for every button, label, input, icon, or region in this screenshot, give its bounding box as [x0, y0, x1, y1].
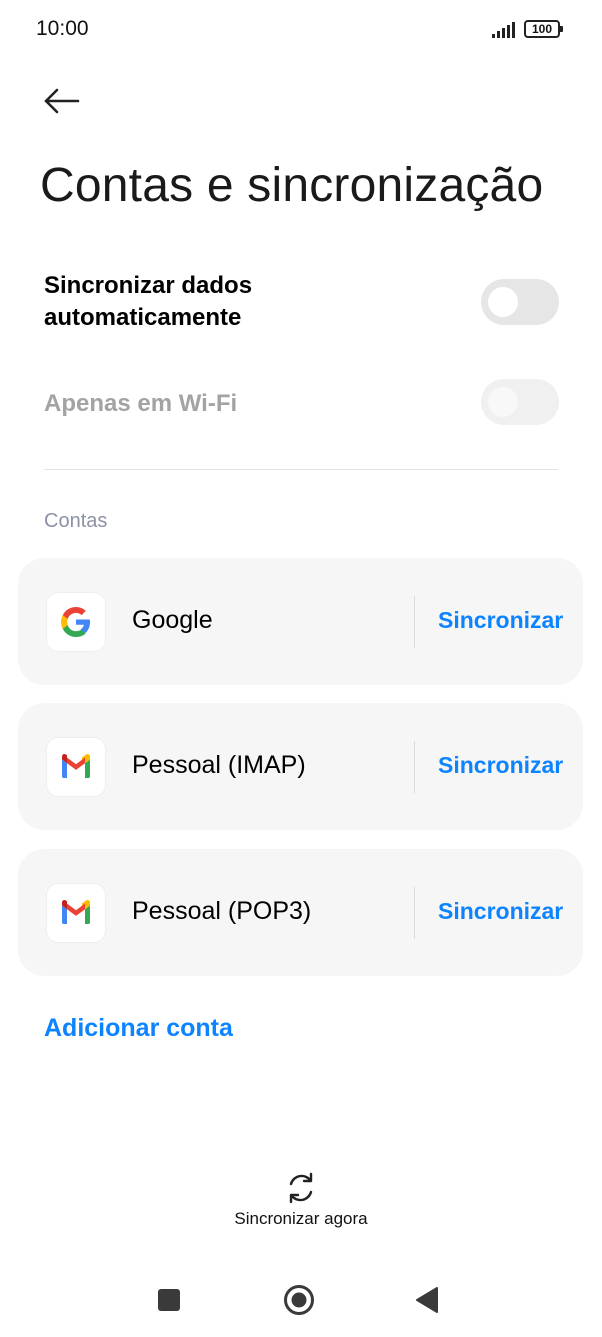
home-circle-icon	[284, 1285, 314, 1315]
card-divider	[414, 596, 415, 648]
accounts-section-header: Contas	[44, 510, 108, 532]
gmail-icon	[46, 883, 106, 943]
recents-button[interactable]	[158, 1289, 180, 1316]
auto-sync-toggle[interactable]	[481, 279, 559, 325]
section-divider	[44, 469, 558, 470]
account-card-pop3[interactable]: Pessoal (POP3) Sincronizar	[18, 849, 583, 976]
account-card-imap[interactable]: Pessoal (IMAP) Sincronizar	[18, 703, 583, 830]
google-icon	[46, 592, 106, 652]
account-card-google[interactable]: Google Sincronizar	[18, 558, 583, 685]
sync-button-imap[interactable]: Sincronizar	[438, 752, 563, 779]
account-name: Pessoal (POP3)	[132, 897, 312, 925]
sync-button-pop3[interactable]: Sincronizar	[438, 898, 563, 925]
nav-back-button[interactable]	[415, 1286, 439, 1319]
home-button[interactable]	[283, 1284, 315, 1321]
battery-level: 100	[531, 22, 553, 36]
navigation-bar	[0, 1262, 602, 1337]
sync-icon	[289, 1172, 313, 1204]
back-button[interactable]	[40, 80, 84, 124]
signal-icon	[492, 22, 520, 43]
account-name: Google	[132, 606, 213, 634]
battery-icon: 100	[524, 20, 563, 38]
add-account-button[interactable]: Adicionar conta	[44, 1014, 233, 1043]
card-divider	[414, 741, 415, 793]
wifi-only-label: Apenas em Wi-Fi	[44, 390, 238, 417]
sync-now-button[interactable]: Sincronizar agora	[200, 1170, 402, 1240]
auto-sync-label: Sincronizar dados automaticamente	[44, 272, 253, 331]
arrow-left-icon	[44, 88, 80, 114]
account-name: Pessoal (IMAP)	[132, 751, 306, 779]
status-bar: 10:00 100	[0, 0, 602, 60]
sync-now-label: Sincronizar agora	[234, 1209, 368, 1228]
status-time: 10:00	[36, 17, 89, 40]
card-divider	[414, 887, 415, 939]
gmail-icon	[46, 737, 106, 797]
sync-button-google[interactable]: Sincronizar	[438, 607, 563, 634]
page-title: Contas e sincronização	[40, 159, 544, 212]
wifi-only-toggle[interactable]	[481, 379, 559, 425]
back-triangle-icon	[416, 1287, 438, 1313]
recents-square-icon	[158, 1289, 180, 1311]
